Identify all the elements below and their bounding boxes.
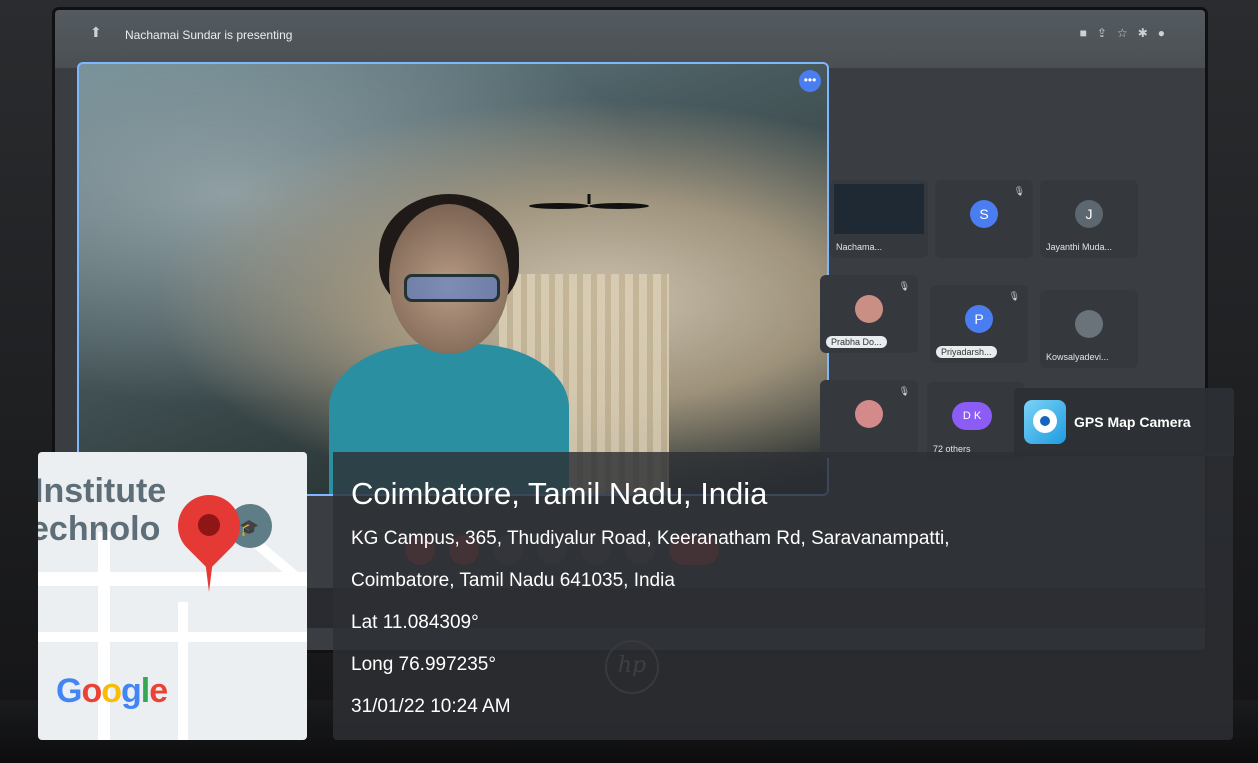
- longitude: Long 76.997235°: [351, 654, 496, 675]
- location-map: Institute echnolo 🎓 Google: [38, 452, 307, 740]
- participant-tile[interactable]: S 🎙: [935, 180, 1033, 258]
- presenter-glasses: [404, 274, 500, 302]
- main-video-feed: •••: [77, 62, 829, 496]
- avatar-group: D K: [952, 402, 992, 430]
- share-icon: ⇪: [1096, 26, 1107, 40]
- avatar: [1075, 310, 1103, 338]
- meet-top-bar: ⬆ Nachamai Sundar is presenting ■ ⇪ ☆ ✱ …: [55, 10, 1205, 68]
- participant-tile[interactable]: J Jayanthi Muda...: [1040, 180, 1138, 258]
- camera-icon: ■: [1079, 26, 1087, 40]
- avatar: S: [970, 200, 998, 228]
- location-overlay: Coimbatore, Tamil Nadu, India KG Campus,…: [333, 452, 1233, 740]
- graduation-cap-icon: 🎓: [239, 520, 259, 537]
- participant-tile[interactable]: P 🎙 Priyadarsh...: [930, 285, 1028, 363]
- lens-pupil: [1040, 416, 1050, 426]
- google-logo: Google: [56, 672, 168, 710]
- browser-toolbar-icons: ■ ⇪ ☆ ✱ ●: [1080, 26, 1165, 40]
- participant-name: Prabha Do...: [826, 336, 887, 348]
- extension-icon: ✱: [1137, 26, 1148, 40]
- latitude: Lat 11.084309°: [351, 612, 479, 633]
- participant-name: Priyadarsh...: [936, 346, 997, 358]
- mic-off-icon: 🎙: [1013, 186, 1025, 196]
- map-road: [38, 632, 307, 642]
- profile-icon: ●: [1157, 26, 1165, 40]
- gps-camera-badge: GPS Map Camera: [1014, 388, 1234, 456]
- location-pin-dot: [198, 514, 220, 536]
- participant-tile[interactable]: Nachama...: [830, 180, 928, 258]
- presenting-text: Nachamai Sundar is presenting: [125, 28, 293, 42]
- address-line-1: KG Campus, 365, Thudiyalur Road, Keerana…: [351, 528, 950, 549]
- map-label: Institute: [38, 472, 167, 510]
- address-line-2: Coimbatore, Tamil Nadu 641035, India: [351, 570, 675, 591]
- mic-off-icon: 🎙: [898, 281, 910, 291]
- gps-app-name: GPS Map Camera: [1074, 414, 1191, 430]
- participant-name: Nachama...: [836, 242, 883, 252]
- star-icon: ☆: [1116, 26, 1128, 40]
- more-options-button[interactable]: •••: [799, 70, 821, 92]
- datetime: 31/01/22 10:24 AM: [351, 696, 511, 717]
- gps-camera-icon: [1024, 400, 1066, 444]
- mic-off-icon: 🎙: [1008, 291, 1020, 301]
- mic-off-icon: 🎙: [898, 386, 910, 396]
- avatar: P: [965, 305, 993, 333]
- location-title: Coimbatore, Tamil Nadu, India: [351, 476, 768, 511]
- avatar: J: [1075, 200, 1103, 228]
- map-road: [38, 572, 307, 586]
- participant-name: Kowsalyadevi...: [1046, 352, 1109, 362]
- avatar: [855, 400, 883, 428]
- participant-tile[interactable]: Kowsalyadevi...: [1040, 290, 1138, 368]
- map-road: [178, 602, 188, 740]
- participant-name: Jayanthi Muda...: [1046, 242, 1113, 252]
- others-tile[interactable]: D K 72 others: [927, 382, 1025, 460]
- present-icon: ⬆: [90, 24, 102, 40]
- avatar: [855, 295, 883, 323]
- screen-share-thumbnail: [834, 184, 924, 234]
- participant-tile[interactable]: 🎙: [820, 380, 918, 458]
- participant-tile[interactable]: 🎙 Prabha Do...: [820, 275, 918, 353]
- presenter: [329, 194, 569, 494]
- map-label: echnolo: [38, 510, 161, 548]
